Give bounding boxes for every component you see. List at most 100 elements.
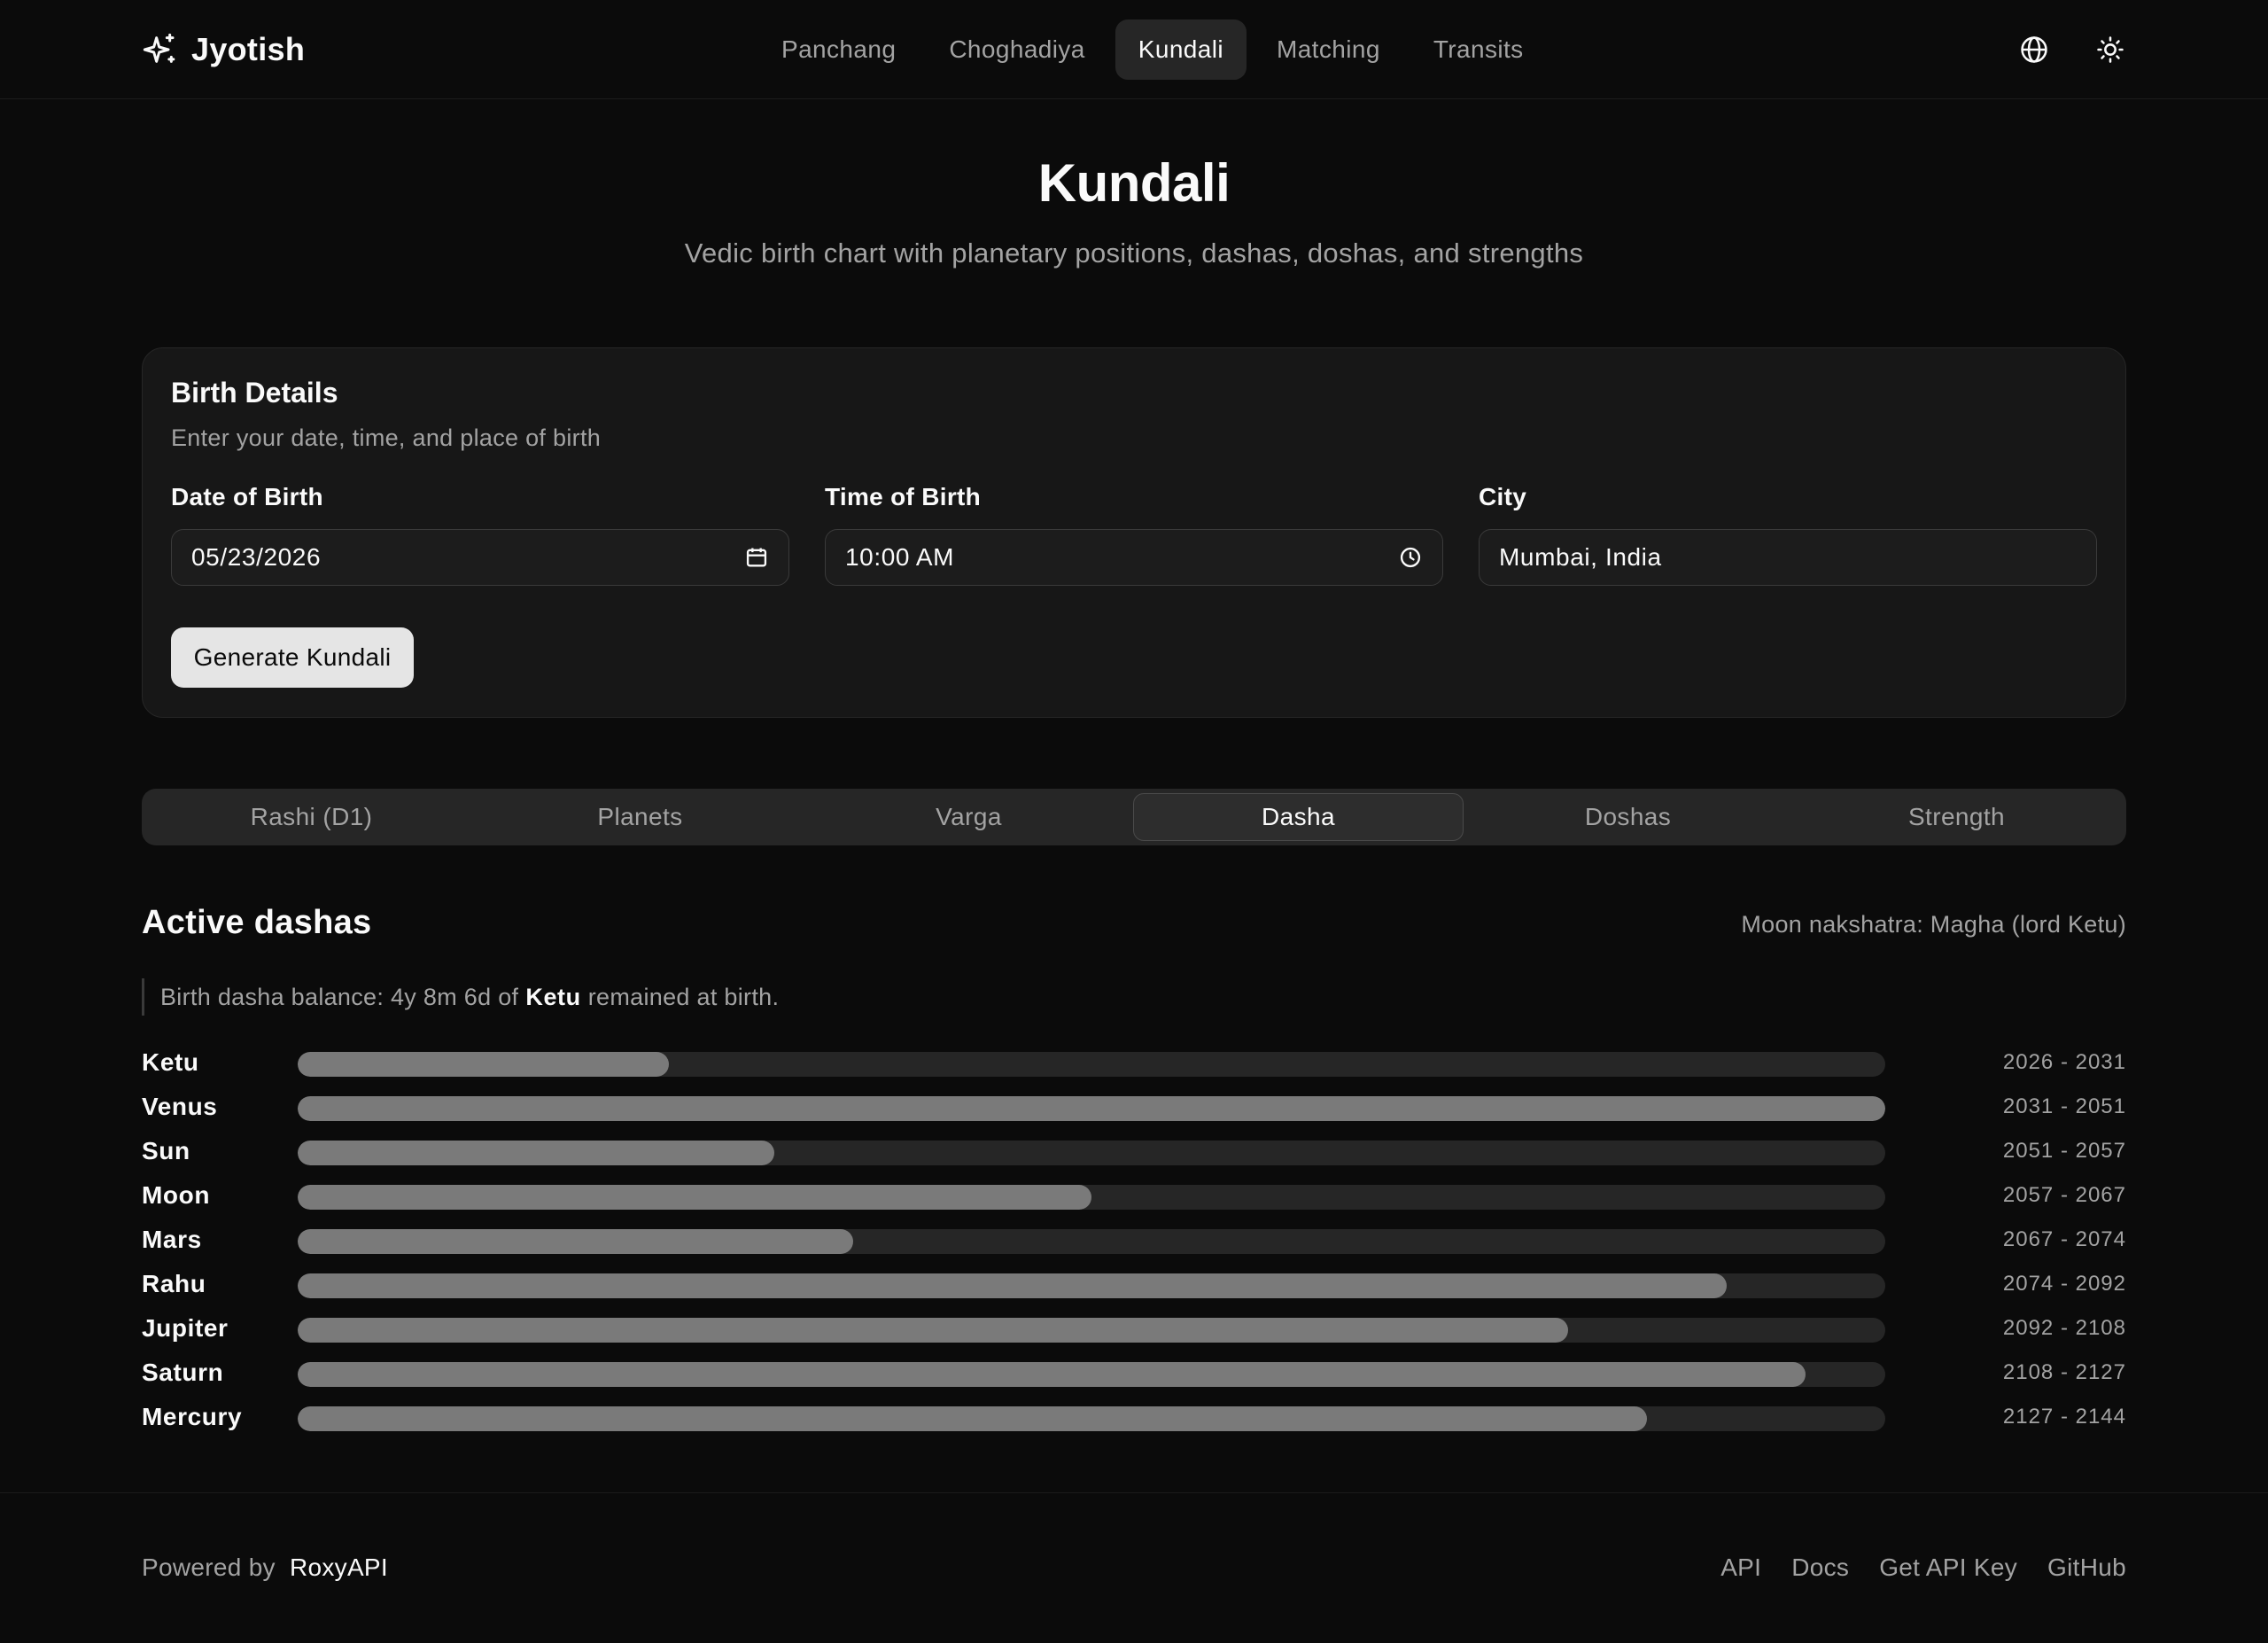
dasha-row: Ketu 2026 - 2031 <box>142 1041 2126 1086</box>
dasha-row: Mercury 2127 - 2144 <box>142 1396 2126 1440</box>
dasha-progress-fill <box>298 1185 1091 1210</box>
city-label: City <box>1479 483 1527 510</box>
dasha-year-range: 2057 - 2067 <box>2002 1183 2126 1207</box>
city-input[interactable]: Mumbai, India <box>1479 529 2097 586</box>
dasha-row: Venus 2031 - 2051 <box>142 1086 2126 1130</box>
dasha-progress-fill <box>298 1141 774 1165</box>
tab-rashi[interactable]: Rashi (D1) <box>147 793 476 841</box>
dasha-year-range: 2067 - 2074 <box>2002 1227 2126 1251</box>
date-value: 05/23/2026 <box>191 543 322 571</box>
dasha-balance-note: Birth dasha balance: 4y 8m 6d of Ketu re… <box>142 978 779 1016</box>
dasha-progress-track <box>298 1185 1885 1210</box>
tab-dasha[interactable]: Dasha <box>1133 793 1464 841</box>
card-title: Birth Details <box>171 377 338 409</box>
dasha-planet-name: Rahu <box>142 1270 206 1297</box>
page-subtitle: Vedic birth chart with planetary positio… <box>684 237 1584 269</box>
dasha-planet-name: Venus <box>142 1093 218 1120</box>
dasha-row: Saturn 2108 - 2127 <box>142 1351 2126 1396</box>
dasha-planet-name: Mars <box>142 1226 202 1253</box>
dasha-planet-name: Moon <box>142 1181 211 1209</box>
footer-link-api[interactable]: API <box>1720 1553 1761 1582</box>
dasha-planet-name: Mercury <box>142 1403 243 1430</box>
dasha-year-range: 2031 - 2051 <box>2002 1094 2126 1118</box>
city-value: Mumbai, India <box>1499 543 1662 571</box>
time-value: 10:00 AM <box>845 543 955 571</box>
section-title: Active dashas <box>142 904 372 941</box>
globe-icon <box>2021 36 2047 63</box>
nav-kundali[interactable]: Kundali <box>1115 19 1247 80</box>
chart-tabs: Rashi (D1) Planets Varga Dasha Doshas St… <box>142 789 2126 845</box>
footer-link-get-api-key[interactable]: Get API Key <box>1879 1553 2017 1582</box>
dasha-planet-name: Jupiter <box>142 1314 229 1342</box>
dasha-row: Jupiter 2092 - 2108 <box>142 1307 2126 1351</box>
dasha-row: Sun 2051 - 2057 <box>142 1130 2126 1174</box>
dasha-planet-name: Ketu <box>142 1048 199 1076</box>
dasha-progress-fill <box>298 1362 1806 1387</box>
dasha-progress-track <box>298 1141 1885 1165</box>
dasha-progress-fill <box>298 1273 1727 1298</box>
dasha-progress-track <box>298 1406 1885 1431</box>
page-title: Kundali <box>1037 153 1231 213</box>
dasha-year-range: 2092 - 2108 <box>2002 1316 2126 1340</box>
language-button[interactable] <box>2013 28 2055 71</box>
dasha-row: Mars 2067 - 2074 <box>142 1219 2126 1263</box>
time-of-birth-label: Time of Birth <box>825 483 982 510</box>
dasha-planet-name: Sun <box>142 1137 190 1164</box>
dasha-progress-fill <box>298 1052 670 1077</box>
nav-transits[interactable]: Transits <box>1410 19 1547 80</box>
dasha-progress-track <box>298 1096 1885 1121</box>
footer-link-github[interactable]: GitHub <box>2047 1553 2126 1582</box>
tab-planets[interactable]: Planets <box>476 793 804 841</box>
dasha-row: Rahu 2074 - 2092 <box>142 1263 2126 1307</box>
moon-nakshatra-info: Moon nakshatra: Magha (lord Ketu) <box>1741 911 2126 938</box>
dasha-planet-name: Saturn <box>142 1359 224 1386</box>
dasha-year-range: 2026 - 2031 <box>2002 1050 2126 1074</box>
nav-panchang[interactable]: Panchang <box>758 19 919 80</box>
footer: Powered by RoxyAPI API Docs Get API Key … <box>0 1492 2268 1643</box>
sparkles-icon <box>143 33 175 63</box>
brand-logo[interactable]: Jyotish <box>142 28 305 71</box>
nav-choghadiya[interactable]: Choghadiya <box>926 19 1107 80</box>
calendar-icon[interactable] <box>744 545 769 570</box>
dasha-progress-track <box>298 1362 1885 1387</box>
date-of-birth-input[interactable]: 05/23/2026 <box>171 529 789 586</box>
clock-icon[interactable] <box>1398 545 1423 570</box>
time-of-birth-input[interactable]: 10:00 AM <box>825 529 1443 586</box>
footer-link-docs[interactable]: Docs <box>1791 1553 1849 1582</box>
balance-lord: Ketu <box>525 983 581 1010</box>
tab-varga[interactable]: Varga <box>804 793 1133 841</box>
powered-by: Powered by RoxyAPI <box>142 1553 388 1582</box>
dasha-year-range: 2051 - 2057 <box>2002 1139 2126 1163</box>
date-of-birth-field: Date of Birth 05/23/2026 <box>171 483 789 586</box>
dasha-progress-fill <box>298 1318 1568 1343</box>
dasha-progress-fill <box>298 1229 854 1254</box>
dasha-progress-track <box>298 1318 1885 1343</box>
dasha-progress-track <box>298 1052 1885 1077</box>
dasha-progress-track <box>298 1273 1885 1298</box>
dasha-year-range: 2108 - 2127 <box>2002 1360 2126 1384</box>
dasha-year-range: 2127 - 2144 <box>2002 1405 2126 1429</box>
sun-icon <box>2097 36 2124 63</box>
nav-matching[interactable]: Matching <box>1254 19 1403 80</box>
main-nav: Panchang Choghadiya Kundali Matching Tra… <box>758 19 1547 80</box>
dasha-row: Moon 2057 - 2067 <box>142 1174 2126 1219</box>
generate-kundali-button[interactable]: Generate Kundali <box>171 627 414 688</box>
balance-suffix: remained at birth. <box>587 983 780 1010</box>
footer-links: API Docs Get API Key GitHub <box>1720 1553 2126 1582</box>
dasha-timeline: Ketu 2026 - 2031 Venus 2031 - 2051 Sun 2051 -… <box>142 1041 2126 1440</box>
dasha-progress-fill <box>298 1406 1648 1431</box>
dasha-progress-track <box>298 1229 1885 1254</box>
city-field: City Mumbai, India <box>1479 483 2097 586</box>
birth-details-card: Birth Details Enter your date, time, and… <box>142 347 2126 718</box>
brand-name: Jyotish <box>191 31 306 67</box>
theme-toggle-button[interactable] <box>2089 28 2132 71</box>
header-actions <box>2013 28 2132 71</box>
tab-doshas[interactable]: Doshas <box>1464 793 1792 841</box>
powered-by-label: Powered by <box>142 1553 276 1581</box>
dasha-progress-fill <box>298 1096 1885 1121</box>
balance-prefix: Birth dasha balance: 4y 8m 6d of <box>160 983 519 1010</box>
top-navbar: Jyotish Panchang Choghadiya Kundali Matc… <box>0 0 2268 99</box>
dasha-year-range: 2074 - 2092 <box>2002 1272 2126 1296</box>
roxyapi-link[interactable]: RoxyAPI <box>290 1553 388 1581</box>
tab-strength[interactable]: Strength <box>1792 793 2121 841</box>
